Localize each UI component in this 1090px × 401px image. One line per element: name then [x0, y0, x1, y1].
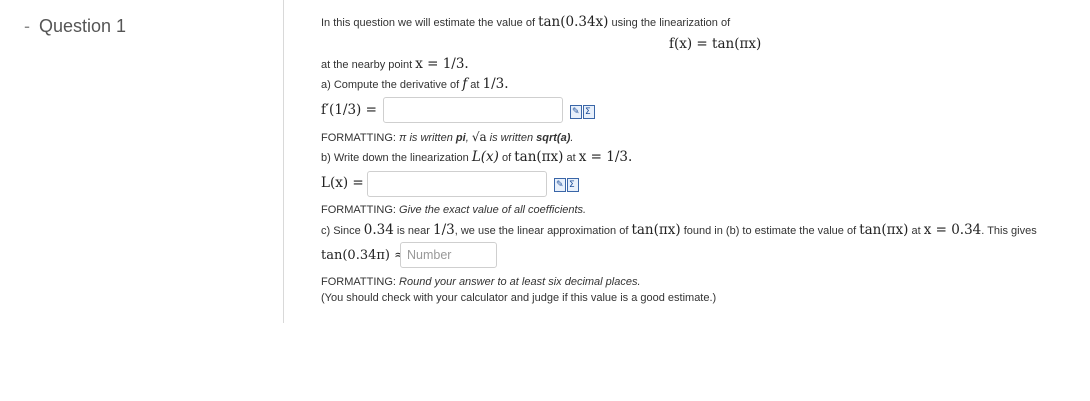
part-c-formatting: FORMATTING: Round your answer to at leas…	[321, 276, 641, 288]
formula-editor-icon[interactable]: ✎	[570, 105, 582, 119]
question-header: - Question 1	[24, 16, 126, 37]
linearization-answer-input[interactable]	[367, 171, 547, 197]
part-a-formatting: FORMATTING: π is written pi, √a is writt…	[321, 130, 574, 144]
part-a-label: f′(1/3) =	[321, 102, 377, 118]
intro-expression: tan(0.34x)	[538, 14, 609, 30]
nearby-point: x = 1/3.	[415, 56, 469, 72]
question-title: Question 1	[39, 16, 127, 36]
nearby-point-line: at the nearby point x = 1/3.	[321, 56, 469, 72]
part-b-formula-tools: ✎ Σ	[554, 178, 579, 192]
function-definition: f(x) = tan(πx)	[669, 36, 762, 52]
part-b-label: L(x) =	[321, 175, 364, 191]
collapse-dash[interactable]: -	[24, 16, 30, 36]
part-c-prompt: c) Since 0.34 is near 1/3, we use the li…	[321, 222, 1037, 238]
part-b-formatting: FORMATTING: Give the exact value of all …	[321, 204, 587, 216]
intro-text: In this question we will estimate the va…	[321, 17, 539, 29]
sigma-icon[interactable]: Σ	[583, 105, 595, 119]
part-a-prompt: a) Compute the derivative of f at 1/3.	[321, 76, 509, 92]
intro-line: In this question we will estimate the va…	[321, 14, 730, 30]
part-b-prompt: b) Write down the linearization L(x) of …	[321, 149, 633, 165]
derivative-answer-input[interactable]	[383, 97, 563, 123]
part-c-note: (You should check with your calculator a…	[321, 292, 717, 304]
sigma-icon[interactable]: Σ	[567, 178, 579, 192]
part-c-label: tan(0.34π) ≈	[321, 248, 406, 263]
intro-text-2: using the linearization of	[608, 17, 731, 29]
estimate-number-input[interactable]: Number	[400, 242, 497, 268]
vertical-divider	[283, 0, 284, 323]
formula-editor-icon[interactable]: ✎	[554, 178, 566, 192]
part-a-formula-tools: ✎ Σ	[570, 105, 595, 119]
